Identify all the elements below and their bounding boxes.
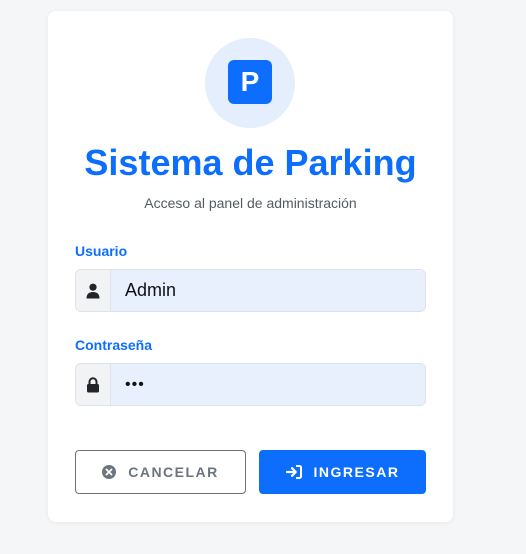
logo-circle: P: [205, 38, 295, 128]
username-input[interactable]: Admin: [111, 270, 425, 311]
password-input[interactable]: •••: [111, 364, 425, 405]
page-subtitle: Acceso al panel de administración: [144, 195, 357, 211]
username-label: Usuario: [75, 243, 128, 259]
login-card: P Sistema de Parking Acceso al panel de …: [48, 11, 453, 522]
close-circle-icon: [102, 465, 117, 479]
parking-logo-icon: P: [228, 60, 272, 104]
login-button-label: INGRESAR: [313, 464, 400, 480]
username-input-group: Admin: [75, 269, 426, 312]
cancel-button-label: CANCELAR: [128, 464, 219, 480]
login-button[interactable]: INGRESAR: [259, 450, 426, 494]
page-title: Sistema de Parking: [84, 142, 417, 183]
password-input-group: •••: [75, 363, 426, 406]
lock-icon: [76, 364, 111, 405]
password-label: Contraseña: [75, 337, 153, 353]
sign-in-icon: [285, 465, 302, 479]
cancel-button[interactable]: CANCELAR: [75, 450, 246, 494]
user-icon: [76, 270, 111, 311]
